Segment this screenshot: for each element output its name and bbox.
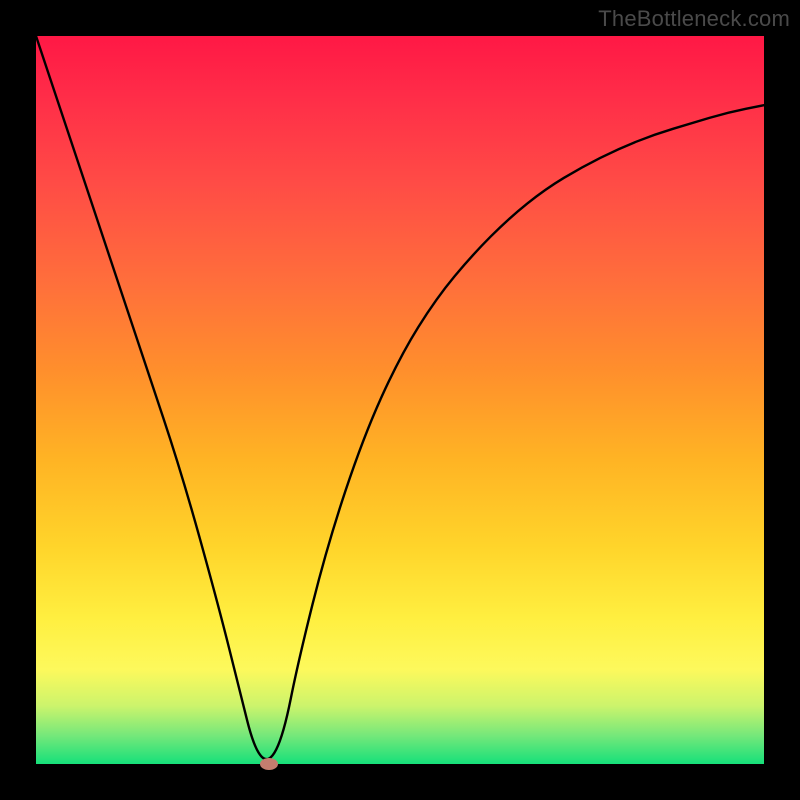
chart-frame: TheBottleneck.com — [0, 0, 800, 800]
watermark-text: TheBottleneck.com — [598, 6, 790, 32]
plot-area — [36, 36, 764, 764]
bottleneck-curve — [36, 36, 764, 764]
min-marker — [260, 758, 278, 770]
